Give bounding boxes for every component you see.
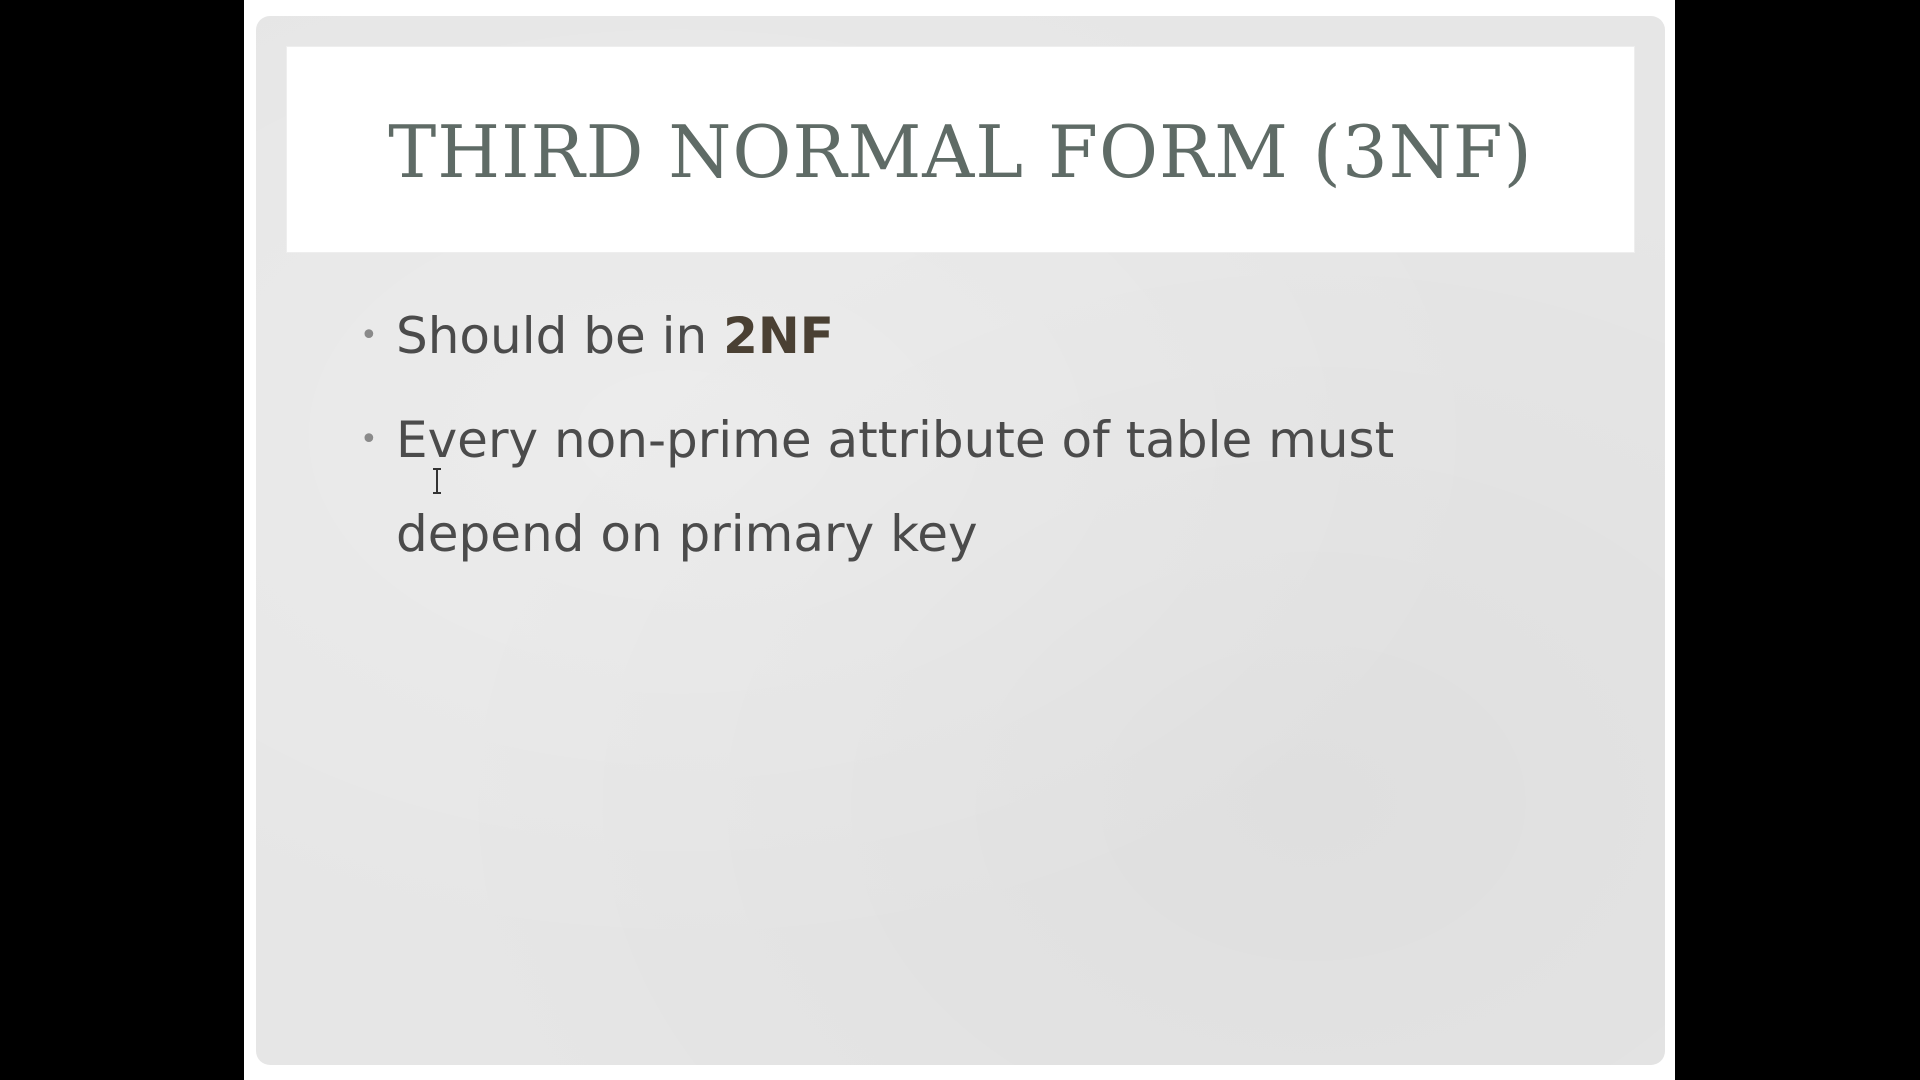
bullet-dot-icon: •: [360, 318, 378, 353]
bullet-body: Every non-prime attribute of table must …: [396, 393, 1590, 581]
bullet-dot-icon: •: [360, 422, 378, 457]
bullet-emphasis: 2NF: [723, 307, 834, 365]
bullet-text: Should be in: [396, 307, 724, 365]
bullet-item: • Every non-prime attribute of table mus…: [360, 393, 1590, 581]
text-cursor-icon: [433, 468, 441, 494]
bullet-item: • Should be in 2NF: [360, 289, 1590, 383]
bullet-text: Every non-prime attribute of table must …: [396, 411, 1395, 563]
bullet-body: Should be in 2NF: [396, 289, 1590, 383]
screen: THIRD NORMAL FORM (3NF) • Should be in 2…: [0, 0, 1920, 1080]
slide-frame: THIRD NORMAL FORM (3NF) • Should be in 2…: [244, 0, 1675, 1080]
slide: THIRD NORMAL FORM (3NF) • Should be in 2…: [256, 16, 1665, 1065]
bullet-list: • Should be in 2NF • Every non-prime att…: [256, 16, 1665, 1065]
